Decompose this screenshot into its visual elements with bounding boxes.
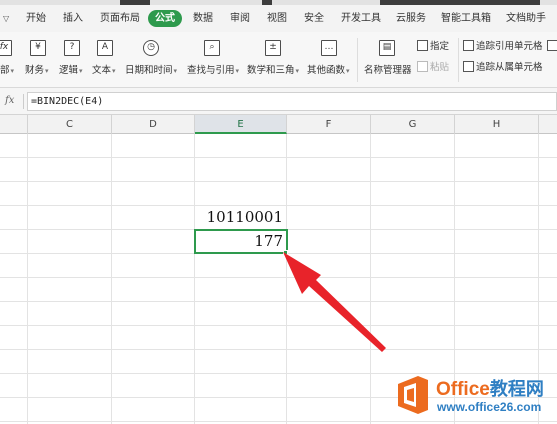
red-arrow-icon [283, 252, 386, 352]
office-logo-icon [398, 376, 428, 414]
site-watermark: Office教程网 www.office26.com [390, 372, 557, 420]
watermark-url: www.office26.com [437, 400, 542, 414]
annotation-arrow [283, 252, 386, 352]
watermark-brand-cn: 教程网 [489, 379, 544, 399]
watermark-brand-latin: Office [436, 379, 490, 400]
watermark-brand: Office教程网 [436, 375, 544, 401]
